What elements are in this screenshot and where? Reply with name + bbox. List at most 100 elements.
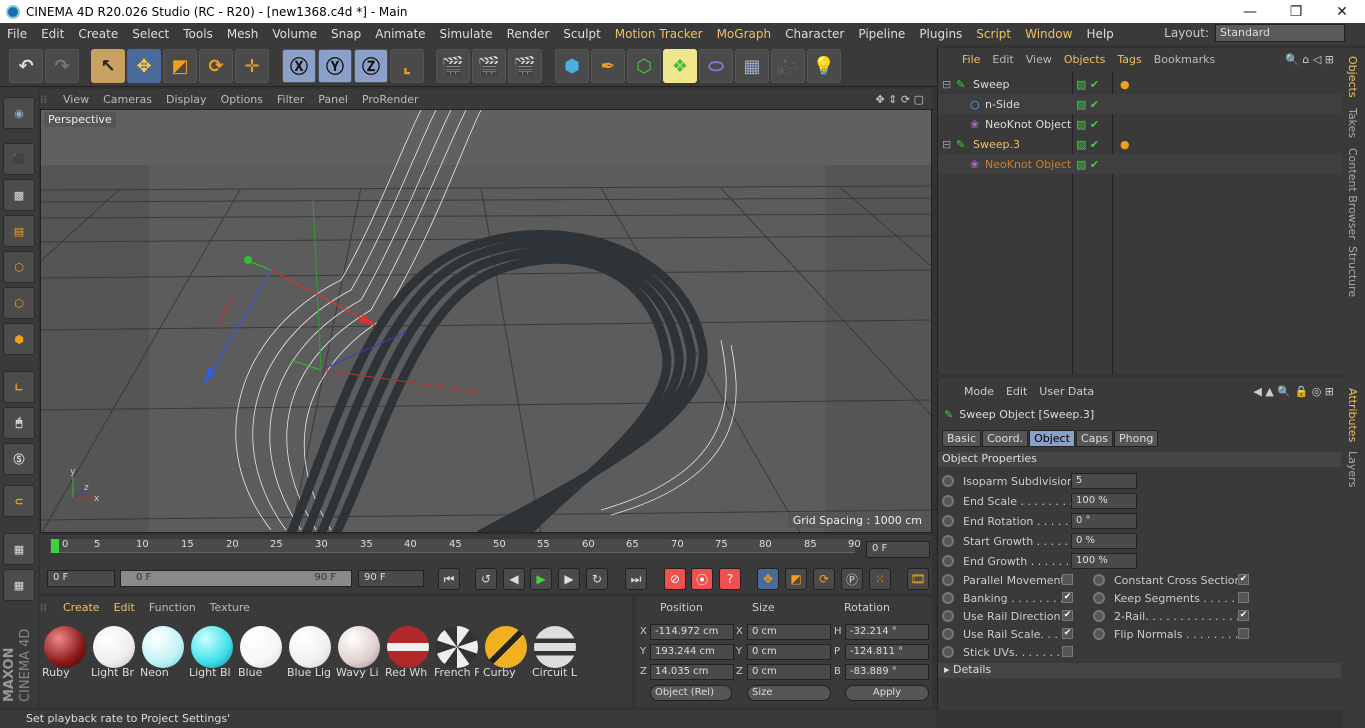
visibility-icon[interactable]: ▨ ✔ [1076, 138, 1099, 151]
apply-button[interactable]: Apply [845, 685, 929, 701]
keyframe-radio[interactable] [942, 475, 954, 487]
attr-menu-user-data[interactable]: User Data [1033, 385, 1100, 398]
menu-simulate[interactable]: Simulate [433, 27, 500, 41]
deformer-icon[interactable]: ⬭ [699, 49, 733, 83]
redo-icon[interactable]: ↷ [45, 49, 79, 83]
lock-workplane-icon[interactable]: ▦ [3, 533, 35, 565]
menu-script[interactable]: Script [969, 27, 1018, 41]
live-select-icon[interactable]: ✛ [235, 49, 269, 83]
keyframe-radio[interactable] [942, 515, 954, 527]
z-axis-lock-icon[interactable]: Ⓩ [354, 49, 388, 83]
playhead[interactable] [51, 539, 59, 553]
texture-mode-icon[interactable]: ▩ [3, 179, 35, 211]
object-row-neoknot-2[interactable]: ❀ NeoKnot Object ▨ ✔ [938, 154, 1343, 174]
tag-icon[interactable]: ● [1120, 78, 1130, 91]
timeline-window-icon[interactable]: 🎞 [907, 568, 929, 590]
menu-window[interactable]: Window [1018, 27, 1079, 41]
keyframe-radio[interactable] [942, 646, 954, 658]
use-rail-scale-checkbox[interactable]: ✔ [1062, 628, 1073, 639]
previous-key-icon[interactable]: ↺ [475, 568, 497, 590]
flip-normals-checkbox[interactable] [1238, 628, 1249, 639]
menu-motion-tracker[interactable]: Motion Tracker [608, 27, 710, 41]
size-z-field[interactable]: 0 cm [747, 664, 831, 680]
keyframe-radio[interactable] [942, 495, 954, 507]
viewport-menu-view[interactable]: View [56, 93, 96, 106]
keyframe-selection-icon[interactable]: ? [719, 568, 741, 590]
menu-mograph[interactable]: MoGraph [710, 27, 779, 41]
y-axis-lock-icon[interactable]: Ⓨ [318, 49, 352, 83]
keyframe-radio[interactable] [1093, 592, 1105, 604]
attr-menu-edit[interactable]: Edit [1000, 385, 1033, 398]
coord-mode-dropdown[interactable]: Object (Rel) [650, 685, 732, 701]
attr-toolbar-icons[interactable]: ◀ ▲ 🔍 🔒 ◎ ⊞ [1253, 385, 1334, 398]
keyframe-radio[interactable] [1093, 628, 1105, 640]
layout-dropdown[interactable]: Standard [1215, 24, 1345, 42]
material-blue[interactable]: Blue [238, 625, 283, 687]
undo-icon[interactable]: ↶ [9, 49, 43, 83]
menu-pipeline[interactable]: Pipeline [851, 27, 912, 41]
viewport-menu-cameras[interactable]: Cameras [96, 93, 159, 106]
keyframe-radio[interactable] [942, 535, 954, 547]
tag-icon[interactable]: ● [1120, 138, 1130, 151]
tab-layers[interactable]: Layers [1346, 451, 1359, 487]
tab-takes[interactable]: Takes [1346, 108, 1359, 138]
material-neon[interactable]: Neon [140, 625, 185, 687]
material-curby[interactable]: Curby [483, 625, 528, 687]
go-to-start-icon[interactable]: ⏮ [438, 568, 460, 590]
start-growth-field[interactable]: 0 % [1071, 533, 1137, 549]
expand-icon[interactable]: ⊟ [942, 138, 951, 151]
visibility-icon[interactable]: ▨ ✔ [1076, 98, 1099, 111]
object-menu-file[interactable]: File [956, 53, 986, 66]
tab-content-browser[interactable]: Content Browser [1346, 148, 1359, 240]
next-frame-icon[interactable]: ▶ [558, 568, 580, 590]
key-parameter-icon[interactable]: Ⓟ [841, 568, 863, 590]
end-growth-field[interactable]: 100 % [1071, 553, 1137, 569]
keyframe-radio[interactable] [942, 610, 954, 622]
viewport-menu-prorender[interactable]: ProRender [355, 93, 426, 106]
viewport-menu-filter[interactable]: Filter [270, 93, 311, 106]
object-row-sweep[interactable]: ⊟ ✎ Sweep ▨ ✔ ● [938, 74, 1343, 94]
keep-segments-checkbox[interactable] [1238, 592, 1249, 603]
stick-uvs-checkbox[interactable] [1062, 646, 1073, 657]
render-picture-viewer-icon[interactable]: 🎬 [472, 49, 506, 83]
viewport-menu-options[interactable]: Options [214, 93, 270, 106]
key-position-icon[interactable]: ✥ [757, 568, 779, 590]
object-menu-edit[interactable]: Edit [986, 53, 1019, 66]
material-menu-create[interactable]: Create [56, 601, 107, 614]
parallel-movement-checkbox[interactable] [1062, 574, 1073, 585]
tweak-mode-icon[interactable]: 🖱 [3, 407, 35, 439]
model-mode-icon[interactable]: ⬛ [3, 143, 35, 175]
tab-caps[interactable]: Caps [1075, 430, 1114, 447]
end-scale-field[interactable]: 100 % [1071, 493, 1137, 509]
points-mode-icon[interactable]: ⬡ [3, 251, 35, 283]
light-icon[interactable]: 💡 [807, 49, 841, 83]
autokey-icon[interactable]: ⦿ [691, 568, 713, 590]
tab-coord[interactable]: Coord. [982, 430, 1029, 447]
attr-menu-mode[interactable]: Mode [958, 385, 1000, 398]
menu-file[interactable]: File [0, 27, 34, 41]
material-ruby[interactable]: Ruby [42, 625, 87, 687]
tab-phong[interactable]: Phong [1114, 430, 1159, 447]
key-pla-icon[interactable]: ⁙ [869, 568, 891, 590]
pos-x-field[interactable]: -114.972 cm [650, 624, 734, 640]
object-row-neoknot[interactable]: ❀ NeoKnot Object ▨ ✔ [938, 114, 1343, 134]
cloner-icon[interactable]: ❖ [663, 49, 697, 83]
previous-frame-icon[interactable]: ◀ [503, 568, 525, 590]
tab-object[interactable]: Object [1029, 430, 1075, 447]
size-x-field[interactable]: 0 cm [747, 624, 831, 640]
object-toolbar-icons[interactable]: 🔍 ⌂ ◁ ⊞ [1285, 53, 1334, 66]
material-blue-lig[interactable]: Blue Lig [287, 625, 332, 687]
material-light-bl[interactable]: Light Bl [189, 625, 234, 687]
visibility-icon[interactable]: ▨ ✔ [1076, 158, 1099, 171]
expand-icon[interactable]: ⊟ [942, 78, 951, 91]
banking-checkbox[interactable]: ✔ [1062, 592, 1073, 603]
snap-icon[interactable]: ⊂ [3, 485, 35, 517]
x-axis-lock-icon[interactable]: Ⓧ [282, 49, 316, 83]
end-frame-field[interactable]: 90 F [358, 570, 424, 587]
close-icon[interactable]: ✕ [1319, 0, 1365, 23]
keyframe-radio[interactable] [942, 628, 954, 640]
key-scale-icon[interactable]: ◩ [785, 568, 807, 590]
pos-y-field[interactable]: 193.244 cm [650, 644, 734, 660]
restore-icon[interactable]: ❐ [1273, 0, 1319, 23]
menu-create[interactable]: Create [71, 27, 125, 41]
